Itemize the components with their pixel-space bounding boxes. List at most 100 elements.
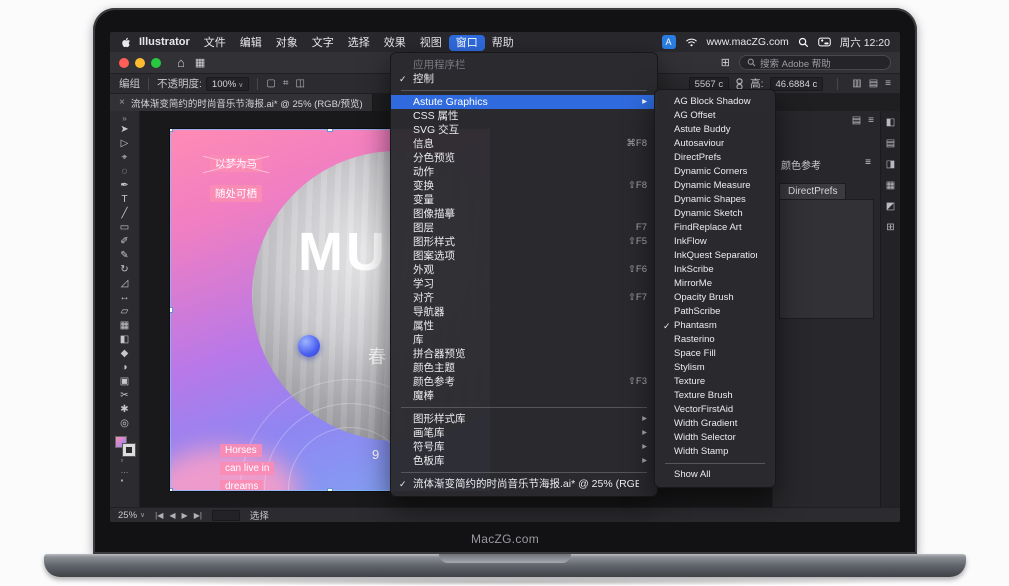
zoom-window-button[interactable] bbox=[151, 58, 161, 68]
zoom-tool[interactable]: ◎ bbox=[114, 417, 136, 431]
selection-tool[interactable]: ➤ bbox=[114, 123, 136, 137]
menubar-site-label[interactable]: www.macZG.com bbox=[707, 36, 789, 48]
menubar-menu-0[interactable]: 文件 bbox=[197, 35, 233, 51]
free-transform-tool[interactable]: ▱ bbox=[114, 305, 136, 319]
control-bar-icon-0[interactable]: ▥ bbox=[852, 78, 861, 89]
opacity-value-field[interactable]: 100%∨ bbox=[206, 77, 249, 91]
window-menu-item-26[interactable]: 图形样式库▸ bbox=[391, 412, 657, 426]
gradient-tool[interactable]: ◧ bbox=[114, 333, 136, 347]
line-tool[interactable]: ╱ bbox=[114, 207, 136, 221]
panel-menu-icon[interactable]: ≡ bbox=[865, 157, 871, 172]
astute-submenu-item-4[interactable]: DirectPrefs bbox=[655, 151, 775, 165]
control-bar-icon-1[interactable]: ⌗ bbox=[283, 78, 289, 89]
window-menu-item-8[interactable]: 动作 bbox=[391, 165, 657, 179]
apple-menu-icon[interactable] bbox=[120, 36, 132, 49]
window-menu-item-5[interactable]: SVG 交互 bbox=[391, 123, 657, 137]
window-menu-item-23[interactable]: 颜色参考⇧F3 bbox=[391, 375, 657, 389]
home-icon[interactable]: ⌂ bbox=[177, 55, 185, 70]
astute-submenu-item-10[interactable]: InkFlow bbox=[655, 235, 775, 249]
type-tool[interactable]: T bbox=[114, 193, 136, 207]
window-menu-item-11[interactable]: 图像描摹 bbox=[391, 207, 657, 221]
astute-submenu-item-17[interactable]: Rasterino bbox=[655, 333, 775, 347]
fill-stroke-swatches[interactable] bbox=[115, 436, 135, 456]
toolbar-mode-icon-2[interactable]: ▪ bbox=[121, 476, 129, 486]
window-menu-item-3[interactable]: Astute Graphics▸ bbox=[391, 95, 657, 109]
rotate-tool[interactable]: ↻ bbox=[114, 263, 136, 277]
height-value-field[interactable]: 46.6884 c bbox=[770, 77, 824, 91]
artboard-number-field[interactable] bbox=[212, 510, 240, 521]
window-menu-item-1[interactable]: ✓控制 bbox=[391, 72, 657, 86]
astute-submenu-item-21[interactable]: Texture Brush bbox=[655, 389, 775, 403]
window-menu-item-12[interactable]: 图层F7 bbox=[391, 221, 657, 235]
astute-submenu-item-25[interactable]: Width Stamp bbox=[655, 445, 775, 459]
poster-chip-cn2[interactable]: 随处可栖 bbox=[210, 185, 262, 202]
rectangle-tool[interactable]: ▭ bbox=[114, 221, 136, 235]
window-menu-item-6[interactable]: 信息⌘F8 bbox=[391, 137, 657, 151]
astute-submenu-item-19[interactable]: Stylism bbox=[655, 361, 775, 375]
selection-handle[interactable] bbox=[327, 488, 333, 491]
window-menu-item-10[interactable]: 变量 bbox=[391, 193, 657, 207]
window-menu-item-7[interactable]: 分色预览 bbox=[391, 151, 657, 165]
toolbar-collapse-icon[interactable]: » bbox=[122, 114, 126, 123]
astute-submenu-item-16[interactable]: ✓Phantasm bbox=[655, 319, 775, 333]
dock-icon-1[interactable]: ≡ bbox=[868, 115, 874, 126]
menubar-menu-1[interactable]: 编辑 bbox=[233, 35, 269, 51]
wifi-icon[interactable] bbox=[685, 37, 698, 47]
window-menu-item-31[interactable]: ✓流体渐变简约的时尚音乐节海报.ai* @ 25% (RGB/预览) bbox=[391, 477, 657, 491]
poster-number-text[interactable]: 9 bbox=[372, 447, 379, 462]
magic-wand-tool[interactable]: ⌖ bbox=[114, 151, 136, 165]
pencil-tool[interactable]: ✎ bbox=[114, 249, 136, 263]
menubar-menu-3[interactable]: 文字 bbox=[305, 35, 341, 51]
poster-chip-en-3[interactable]: dreams bbox=[220, 480, 263, 491]
dock-icon-0[interactable]: ▤ bbox=[852, 115, 861, 126]
menubar-menu-8[interactable]: 帮助 bbox=[485, 35, 521, 51]
artboard-tool[interactable]: ▣ bbox=[114, 375, 136, 389]
toolbar-mode-icon-0[interactable]: ▫ bbox=[121, 456, 129, 466]
paintbrush-tool[interactable]: ✐ bbox=[114, 235, 136, 249]
window-menu-item-4[interactable]: CSS 属性 bbox=[391, 109, 657, 123]
window-menu-item-15[interactable]: 外观⇧F6 bbox=[391, 263, 657, 277]
window-menu-item-28[interactable]: 符号库▸ bbox=[391, 440, 657, 454]
astute-submenu-item-12[interactable]: InkScribe bbox=[655, 263, 775, 277]
window-menu-item-16[interactable]: 学习 bbox=[391, 277, 657, 291]
astute-submenu-item-24[interactable]: Width Selector bbox=[655, 431, 775, 445]
eyedropper-tool[interactable]: ◆ bbox=[114, 347, 136, 361]
window-menu-item-22[interactable]: 颜色主题 bbox=[391, 361, 657, 375]
lasso-tool[interactable]: ◌ bbox=[114, 165, 136, 179]
menubar-menu-5[interactable]: 效果 bbox=[377, 35, 413, 51]
window-menu-item-14[interactable]: 图案选项 bbox=[391, 249, 657, 263]
window-menu-item-24[interactable]: 魔棒 bbox=[391, 389, 657, 403]
collapsed-panel-icon-3[interactable]: ▦ bbox=[886, 180, 895, 191]
close-tab-icon[interactable]: × bbox=[119, 97, 125, 108]
astute-submenu-item-8[interactable]: Dynamic Sketch bbox=[655, 207, 775, 221]
window-menu-item-19[interactable]: 属性 bbox=[391, 319, 657, 333]
shape-builder-tool[interactable]: ▦ bbox=[114, 319, 136, 333]
poster-chip-en-1[interactable]: Horses bbox=[220, 444, 262, 457]
control-bar-icon-2[interactable]: ◫ bbox=[295, 78, 304, 89]
window-menu-item-21[interactable]: 拼合器预览 bbox=[391, 347, 657, 361]
window-menu-item-27[interactable]: 画笔库▸ bbox=[391, 426, 657, 440]
hand-tool[interactable]: ✱ bbox=[114, 403, 136, 417]
astute-submenu-item-7[interactable]: Dynamic Shapes bbox=[655, 193, 775, 207]
direct-selection-tool[interactable]: ▷ bbox=[114, 137, 136, 151]
control-bar-icon-0[interactable]: ▢ bbox=[266, 78, 275, 89]
help-search-input[interactable]: 搜索 Adobe 帮助 bbox=[739, 55, 891, 70]
blend-tool[interactable]: ◑ bbox=[114, 361, 136, 375]
stroke-swatch[interactable] bbox=[123, 444, 135, 456]
constrain-proportions-icon[interactable] bbox=[735, 78, 744, 90]
layout-icon[interactable]: ▦ bbox=[195, 56, 205, 69]
astute-submenu-item-3[interactable]: Autosaviour bbox=[655, 137, 775, 151]
poster-chip-cn1[interactable]: 以梦为马 bbox=[210, 155, 262, 172]
poster-season-text[interactable]: 春 bbox=[368, 343, 386, 369]
astute-submenu-item-14[interactable]: Opacity Brush bbox=[655, 291, 775, 305]
collapsed-panel-icon-4[interactable]: ◩ bbox=[886, 201, 895, 212]
slice-tool[interactable]: ✂ bbox=[114, 389, 136, 403]
artboard-nav-icon-3[interactable]: ▶| bbox=[194, 511, 202, 520]
selection-handle[interactable] bbox=[170, 488, 173, 491]
menubar-menu-2[interactable]: 对象 bbox=[269, 35, 305, 51]
menubar-menu-4[interactable]: 选择 bbox=[341, 35, 377, 51]
collapsed-panel-icon-5[interactable]: ⊞ bbox=[886, 222, 894, 233]
artboard-nav-icon-1[interactable]: ◀ bbox=[169, 511, 175, 520]
input-source-icon[interactable]: A bbox=[662, 35, 676, 49]
astute-submenu-item-5[interactable]: Dynamic Corners bbox=[655, 165, 775, 179]
